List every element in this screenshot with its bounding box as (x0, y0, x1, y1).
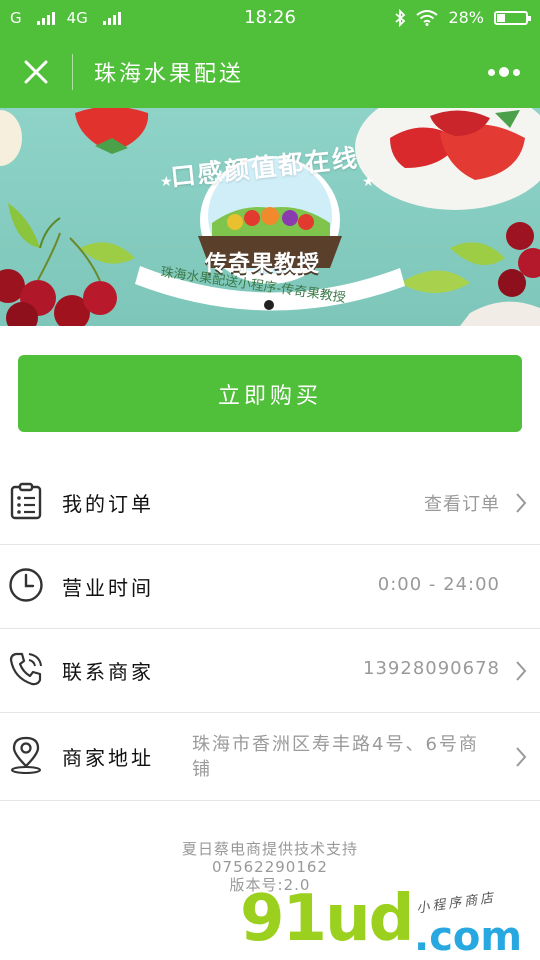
buy-now-button[interactable]: 立即购买 (18, 355, 522, 432)
business-hours-value: 0:00 - 24:00 (377, 574, 500, 595)
nav-bar: 珠海水果配送 (0, 36, 540, 108)
watermark-domain: .com (414, 914, 523, 960)
location-pin-icon (11, 736, 41, 774)
chevron-right-icon (516, 661, 527, 681)
watermark-main: 91ud (240, 882, 414, 956)
bluetooth-icon (395, 8, 406, 27)
menu-row-my-orders[interactable]: 我的订单 查看订单 (0, 460, 540, 545)
contact-phone-number[interactable]: 13928090678 (363, 658, 500, 679)
battery-percent: 28% (448, 8, 484, 27)
phone-icon (9, 652, 42, 686)
status-bar: G 4G 18:26 28% (0, 0, 540, 36)
more-icon[interactable] (488, 62, 520, 82)
clipboard-icon (10, 482, 42, 520)
battery-icon (494, 10, 531, 25)
menu-row-contact[interactable]: 联系商家 13928090678 (0, 628, 540, 713)
menu-row-address[interactable]: 商家地址 珠海市香洲区寿丰路4号、6号商铺 (0, 712, 540, 801)
chevron-right-icon (516, 747, 527, 767)
watermark-sub: 小程序商店 (415, 890, 497, 917)
menu-row-business-hours: 营业时间 0:00 - 24:00 (0, 544, 540, 629)
menu-row-label: 我的订单 (62, 492, 154, 516)
watermark-logo: 91ud 小程序商店 .com (240, 882, 540, 960)
view-orders-link[interactable]: 查看订单 (424, 490, 500, 516)
footer-support-text: 夏日蔡电商提供技术支持 (181, 840, 358, 858)
nav-divider (72, 54, 73, 90)
page-title: 珠海水果配送 (94, 62, 245, 87)
menu-row-label: 营业时间 (62, 576, 154, 600)
svg-text:★: ★ (362, 174, 375, 190)
status-icons: 28% (394, 8, 531, 27)
promo-banner[interactable]: ★ ★ 口感颜值都在线 传奇果教授 珠海水果配送小程序-传奇果教授 (0, 108, 540, 326)
carousel-indicator-dot (264, 300, 274, 310)
close-icon[interactable] (20, 56, 52, 88)
chevron-right-icon (516, 493, 527, 513)
footer-phone: 07562290162 (212, 858, 328, 876)
clock-icon (9, 568, 43, 602)
merchant-address[interactable]: 珠海市香洲区寿丰路4号、6号商铺 (192, 732, 492, 782)
wifi-icon (416, 9, 439, 26)
menu-row-label: 联系商家 (62, 660, 154, 684)
menu-row-label: 商家地址 (62, 746, 154, 770)
